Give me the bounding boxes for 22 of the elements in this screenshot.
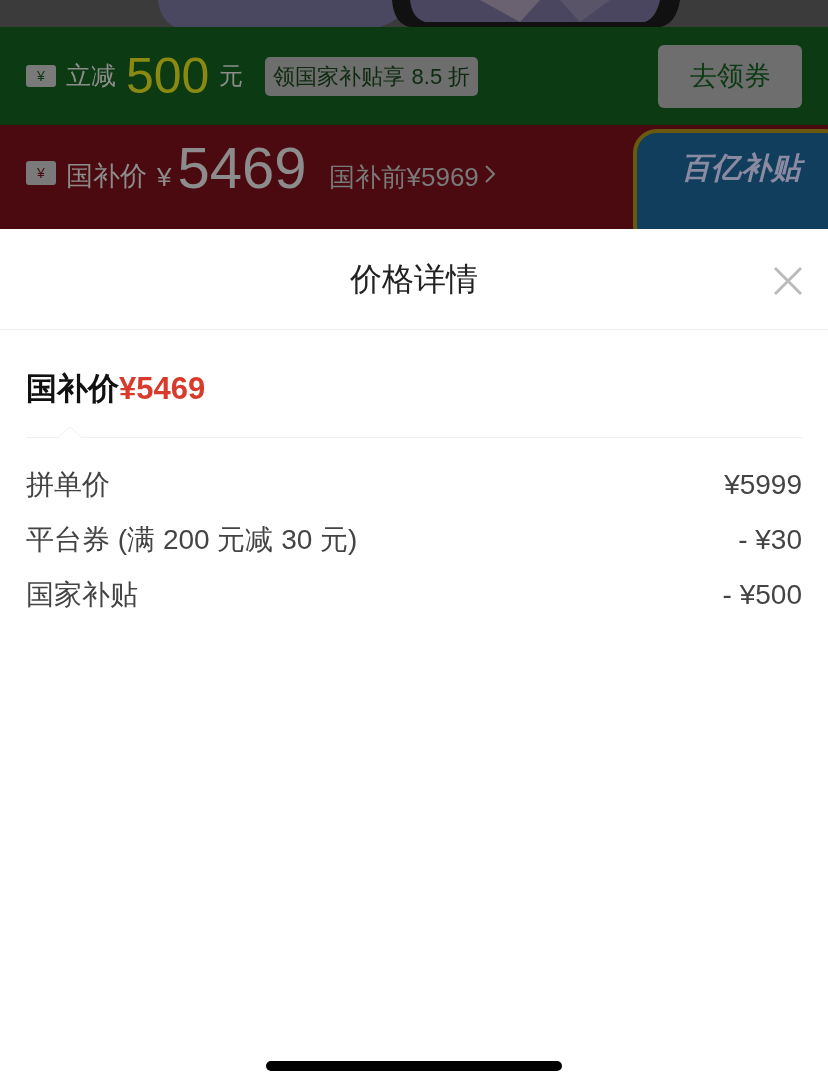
discount-unit: 元 [219,61,244,91]
price-item-value: - ¥30 [738,523,802,557]
price-item-value: ¥5999 [724,468,802,502]
pre-subsidy-price: 国补前¥5969 [328,161,479,194]
price-item-value: - ¥500 [722,578,802,612]
discount-label: 立减 [66,60,116,92]
summary-price: 国补价¥5469 [26,371,206,406]
price-tag-icon: ¥ [26,161,56,185]
subsidy-tag: 领国家补贴享 8.5 折 [265,56,479,96]
price-item-label: 国家补贴 [26,578,138,612]
promo-badge: 百亿补贴 [633,129,828,229]
subsidy-price-label: 国补价 [66,160,147,193]
currency-symbol: ¥ [157,161,172,194]
price-item-label: 拼单价 [26,468,110,502]
subsidy-price: 5469 [177,139,307,197]
claim-coupon-button[interactable]: 去领券 [658,44,802,108]
coupon-icon: ¥ [26,65,56,87]
discount-amount: 500 [126,51,210,101]
close-icon[interactable] [773,266,803,296]
chevron-right-icon [484,165,495,183]
sheet-title: 价格详情 [350,260,478,299]
price-item-label: 平台券 (满 200 元减 30 元) [26,523,358,557]
